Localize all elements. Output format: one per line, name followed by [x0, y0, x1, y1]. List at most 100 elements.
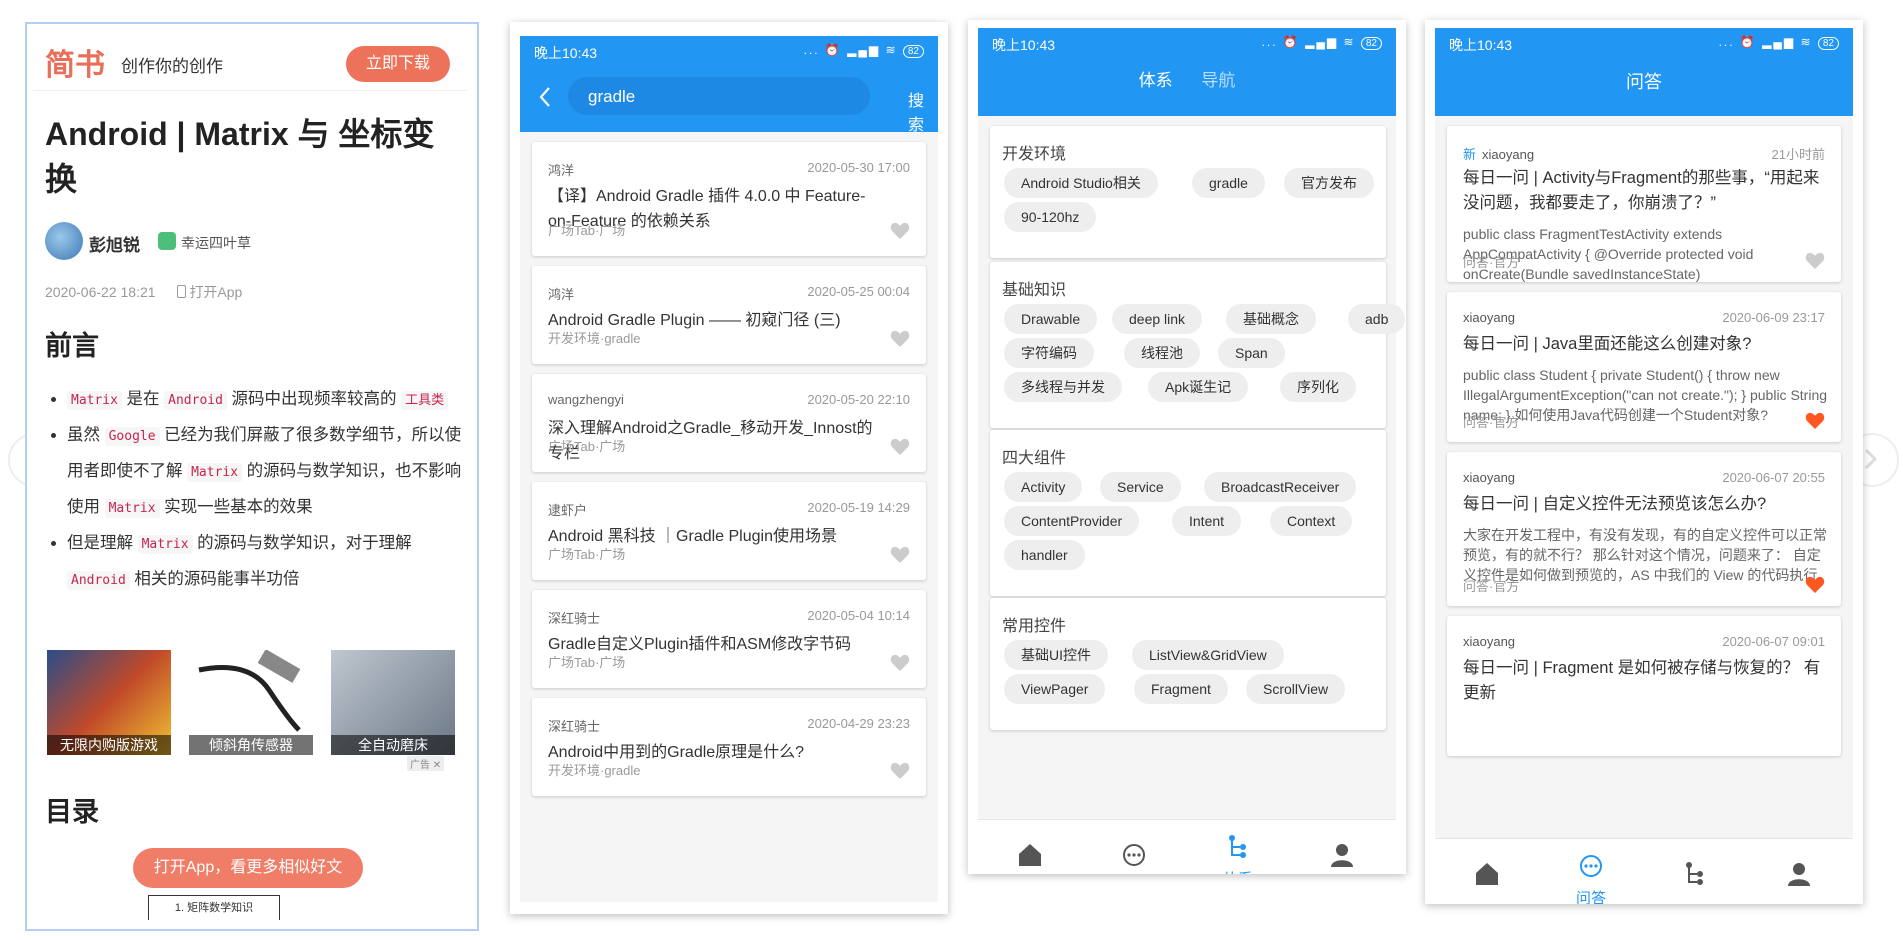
battery-icon: 82	[902, 45, 924, 58]
list-item: Matrix 是在 Android 源码中出现频率较高的 工具类	[67, 382, 467, 418]
category-chip[interactable]: 线程池	[1124, 338, 1200, 368]
nav-user[interactable]	[1747, 839, 1851, 904]
category-chip[interactable]: 基础UI控件	[1004, 640, 1108, 670]
result-author: wangzhengyi	[548, 392, 624, 407]
section-title: 常用控件	[1002, 618, 1067, 635]
ad-grinder[interactable]: 全自动磨床	[331, 650, 455, 755]
ad-sensor[interactable]: 倾斜角传感器	[189, 650, 313, 755]
result-tag: 开发环境·gradle	[548, 763, 641, 778]
category-chip[interactable]: Activity	[1004, 472, 1083, 502]
category-chip[interactable]: Android Studio相关	[1004, 168, 1158, 198]
nav-chat[interactable]: 问答	[1539, 839, 1643, 904]
like-heart-icon[interactable]	[890, 222, 910, 240]
like-heart-icon[interactable]	[1805, 576, 1825, 594]
search-button[interactable]: 搜索	[908, 87, 938, 135]
category-chip[interactable]: BroadcastReceiver	[1204, 472, 1357, 502]
article-meta: 2020-06-22 18:21 打开App	[45, 282, 242, 302]
search-result-card[interactable]: 鸿洋 2020-05-25 00:04 Android Gradle Plugin …	[532, 266, 926, 364]
result-author: 深红骑士	[548, 719, 601, 734]
phone-icon	[177, 285, 187, 298]
category-chip[interactable]: ViewPager	[1004, 674, 1106, 704]
search-result-card[interactable]: 深红骑士 2020-05-04 10:14 Gradle自定义Plugin插件和AS…	[532, 590, 926, 688]
status-bar: 晚上10:43 ... ⏰ ▂▄▆ ≋ 82	[978, 28, 1396, 56]
category-chip[interactable]: handler	[1004, 540, 1085, 570]
open-app-button[interactable]: 打开App，看更多相似好文	[133, 848, 363, 888]
result-date: 2020-05-20 22:10	[807, 392, 910, 407]
search-result-card[interactable]: wangzhengyi 2020-05-20 22:10 深入理解Android之G…	[532, 374, 926, 472]
ad-label[interactable]: 广告 ✕	[407, 756, 445, 771]
back-arrow-icon[interactable]	[538, 86, 552, 108]
qa-card[interactable]: xiaoyang 2020-06-07 09:01 每日一问 | Fragment …	[1447, 616, 1841, 756]
result-tag: 开发环境·gradle	[548, 331, 641, 346]
download-button[interactable]: 立即下载	[346, 46, 450, 82]
category-chip[interactable]: 90-120hz	[1004, 202, 1097, 232]
open-app-link[interactable]: 打开App	[189, 284, 242, 300]
qa-title: 每日一问 | Activity与Fragment的那些事，“用起来没问题，我都要…	[1463, 169, 1820, 212]
category-chip[interactable]: Intent	[1172, 506, 1242, 536]
like-heart-icon[interactable]	[1805, 252, 1825, 270]
like-heart-icon[interactable]	[1805, 412, 1825, 430]
qa-title: 每日一问 | Fragment 是如何被存储与恢复的？ 有更新	[1463, 659, 1821, 702]
search-result-card[interactable]: 鸿洋 2020-05-30 17:00 【译】Android Gradle 插件 4…	[532, 142, 926, 256]
qa-author: 新 xiaoyang	[1463, 147, 1535, 162]
qa-tag: 问答·官方	[1463, 415, 1520, 430]
search-result-card[interactable]: 逮虾户 2020-05-19 14:29 Android 黑科技 ｜Gradle P…	[532, 482, 926, 580]
avatar[interactable]	[45, 222, 83, 260]
category-chip[interactable]: 官方发布	[1284, 168, 1374, 198]
chevron-right-icon	[1864, 448, 1878, 470]
like-heart-icon[interactable]	[890, 546, 910, 564]
category-chip[interactable]: ListView&GridView	[1132, 640, 1284, 670]
category-chip[interactable]: Service	[1100, 472, 1181, 502]
category-chip[interactable]: 基础概念	[1226, 304, 1316, 334]
qa-card[interactable]: xiaoyang 2020-06-09 23:17 每日一问 | Java里面还能这…	[1447, 292, 1841, 442]
jianshu-header: 简书 创作你的创作 立即下载	[33, 30, 467, 91]
like-heart-icon[interactable]	[890, 438, 910, 456]
jianshu-slogan: 创作你的创作	[121, 57, 223, 76]
user-icon	[1788, 863, 1810, 886]
screenshot-search: 晚上10:43 ... ⏰ ▂▄▆ ≋ 82 gradle 搜索 鸿洋 2020-…	[510, 22, 948, 914]
qa-date: 2020-06-07 09:01	[1722, 634, 1825, 649]
author-name[interactable]: 彭旭锐	[89, 231, 140, 256]
category-chip[interactable]: Apk诞生记	[1148, 372, 1249, 402]
category-chip[interactable]: adb	[1348, 304, 1406, 334]
qa-card[interactable]: 新 xiaoyang 21小时前 每日一问 | Activity与Fragment的那…	[1447, 126, 1841, 282]
nav-tree[interactable]	[1643, 839, 1747, 904]
bottom-navigation: 体系	[978, 819, 1396, 874]
category-chip[interactable]: ScrollView	[1246, 674, 1346, 704]
jianshu-logo[interactable]: 简书	[45, 40, 105, 84]
category-chip[interactable]: 序列化	[1280, 372, 1356, 402]
tab-system[interactable]: 体系	[1139, 71, 1173, 90]
like-heart-icon[interactable]	[890, 762, 910, 780]
result-date: 2020-04-29 23:23	[807, 716, 910, 731]
nav-user[interactable]	[1290, 820, 1394, 874]
category-chip[interactable]: gradle	[1192, 168, 1265, 198]
category-chip[interactable]: Fragment	[1134, 674, 1228, 704]
result-date: 2020-05-04 10:14	[807, 608, 910, 623]
like-heart-icon[interactable]	[890, 654, 910, 672]
like-heart-icon[interactable]	[890, 330, 910, 348]
category-chip[interactable]: Span	[1218, 338, 1285, 368]
search-input[interactable]: gradle	[568, 77, 870, 115]
category-chip[interactable]: 多线程与并发	[1004, 372, 1122, 402]
tab-navigation[interactable]: 导航	[1201, 71, 1235, 90]
nav-home[interactable]	[1435, 839, 1539, 904]
toc-diagram-node: 1. 矩阵数学知识	[148, 895, 280, 920]
category-chip[interactable]: 字符编码	[1004, 338, 1094, 368]
category-chip[interactable]: Context	[1270, 506, 1353, 536]
category-chip[interactable]: Drawable	[1004, 304, 1098, 334]
search-result-card[interactable]: 深红骑士 2020-04-29 23:23 Android中用到的Gradle原理是…	[532, 698, 926, 796]
home-icon	[1476, 863, 1498, 885]
category-chip[interactable]: deep link	[1112, 304, 1203, 334]
nav-home[interactable]	[978, 820, 1082, 874]
clover-badge-icon	[158, 232, 176, 250]
nav-chat[interactable]	[1082, 820, 1186, 874]
category-chip[interactable]: ContentProvider	[1004, 506, 1140, 536]
qa-tag: 问答·官方	[1463, 255, 1520, 270]
ad-game[interactable]: 无限内购版游戏	[47, 650, 171, 755]
qa-card[interactable]: xiaoyang 2020-06-07 20:55 每日一问 | 自定义控件无法预览…	[1447, 452, 1841, 606]
home-icon	[1019, 844, 1041, 866]
nav-tree[interactable]: 体系	[1186, 820, 1290, 874]
bullet-list: Matrix 是在 Android 源码中出现频率较高的 工具类 虽然 Goog…	[45, 382, 467, 598]
qa-appbar: 晚上10:43 ... ⏰ ▂▄▆ ≋ 82 问答	[1435, 28, 1853, 116]
result-author: 逮虾户	[548, 503, 588, 518]
